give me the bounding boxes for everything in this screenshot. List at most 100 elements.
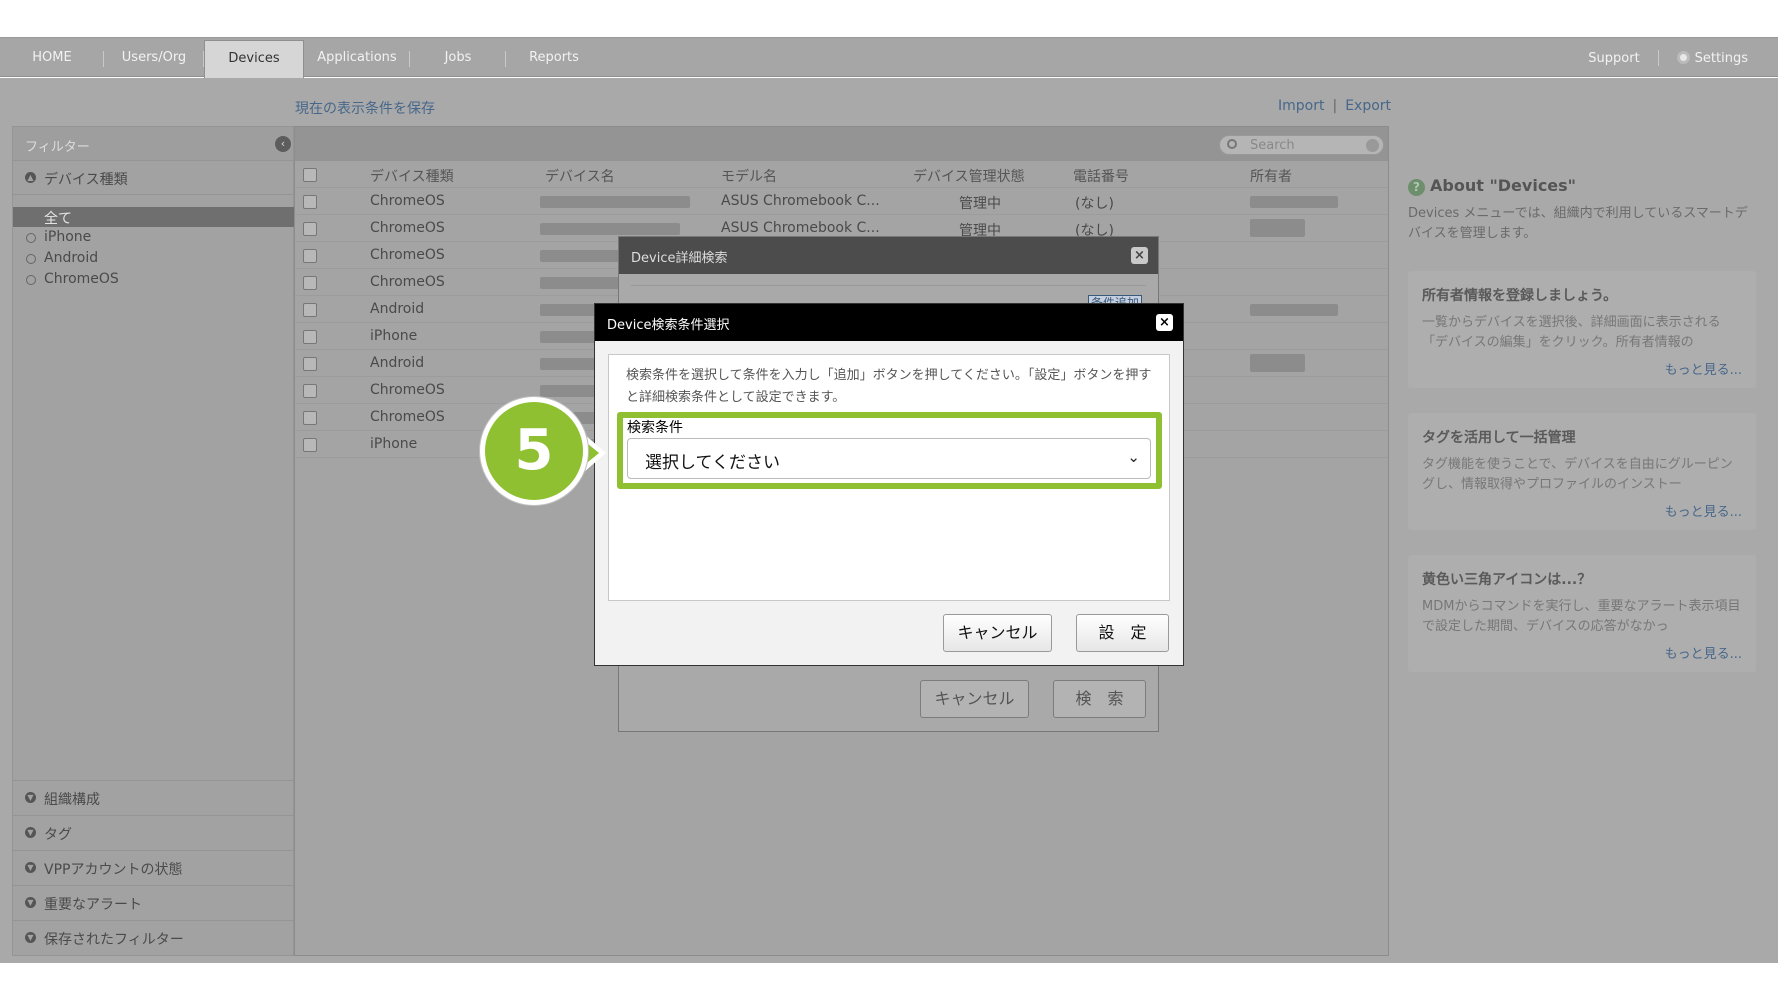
radio-icon (26, 254, 36, 264)
section-label: 組織構成 (44, 792, 100, 808)
step-callout: 5 (480, 397, 588, 505)
support-link[interactable]: Support (1588, 51, 1639, 66)
device-type-cell: ChromeOS (370, 409, 445, 425)
tab-home[interactable]: HOME (0, 38, 104, 78)
row-checkbox[interactable] (303, 438, 317, 452)
phone-cell: (なし) (1075, 196, 1114, 212)
gear-icon (1676, 50, 1690, 64)
tab-applications[interactable]: Applications (304, 38, 410, 78)
tab-reports[interactable]: Reports (506, 38, 602, 78)
section-label: デバイス種類 (44, 172, 128, 188)
tab-users-org[interactable]: Users/Org (104, 38, 204, 78)
table-row[interactable]: ChromeOS ASUS Chromebook C... 管理中 (なし) (295, 188, 1388, 215)
tab-jobs[interactable]: Jobs (410, 38, 506, 78)
card-body: 一覧からデバイスを選択後、詳細画面に表示される「デバイスの編集」をクリック。所有… (1422, 315, 1721, 350)
column-header[interactable]: 電話番号 (1073, 166, 1129, 186)
save-view-link[interactable]: 現在の表示条件を保存 (295, 98, 435, 118)
search-icon (1227, 139, 1237, 149)
expand-dot-icon: ▼ (25, 932, 36, 943)
search-button[interactable]: 検 索 (1053, 680, 1146, 718)
column-header[interactable]: デバイス種類 (370, 166, 454, 186)
card-heading: タグを活用して一括管理 (1422, 430, 1576, 446)
row-checkbox[interactable] (303, 357, 317, 371)
link-separator: | (1332, 98, 1338, 114)
tag-section[interactable]: ▼ タグ (13, 815, 293, 850)
row-checkbox[interactable] (303, 195, 317, 209)
condition-select[interactable]: 選択してください ⌄ (627, 438, 1151, 479)
sidebar-item-all[interactable]: 全て (13, 207, 295, 227)
section-label: VPPアカウントの状態 (44, 862, 183, 878)
device-type-cell: ChromeOS (370, 247, 445, 263)
blurred-owner (1250, 354, 1305, 372)
device-type-cell: ChromeOS (370, 274, 445, 290)
more-link[interactable]: もっと見る... (1665, 359, 1742, 378)
settings-link[interactable]: Settings (1676, 50, 1748, 66)
info-card: 黄色い三角アイコンは...？ MDMからコマンドを実行し、重要なアラート表示項目… (1408, 555, 1756, 672)
more-link[interactable]: もっと見る... (1665, 501, 1742, 520)
collapse-sidebar-icon[interactable]: ‹ (275, 136, 291, 152)
device-type-cell: ChromeOS (370, 382, 445, 398)
cancel-button[interactable]: キャンセル (943, 614, 1052, 652)
info-card: タグを活用して一括管理 タグ機能を使うことで、デバイスを自由にグルーピングし、情… (1408, 413, 1756, 530)
critical-alerts-section[interactable]: ▼ 重要なアラート (13, 885, 293, 920)
expand-dot-icon: ▼ (25, 827, 36, 838)
row-checkbox[interactable] (303, 249, 317, 263)
blurred-device-name (540, 223, 680, 235)
info-description: Devices メニューでは、組織内で利用しているスマートデバイスを管理します。 (1408, 206, 1748, 241)
saved-filters-section[interactable]: ▼ 保存されたフィルター (13, 920, 293, 955)
row-checkbox[interactable] (303, 276, 317, 290)
dialog-title-bar: Device検索条件選択 × (595, 304, 1183, 341)
column-header[interactable]: デバイス管理状態 (913, 166, 1025, 186)
top-nav: HOME Users/Org Devices Applications Jobs… (0, 37, 1778, 81)
model-cell: ASUS Chromebook C... (721, 220, 880, 236)
expand-dot-icon: ▼ (25, 792, 36, 803)
filter-sidebar: フィルター ‹ ▲ デバイス種類 全て iPhone Android Chrom… (12, 126, 295, 956)
org-structure-section[interactable]: ▼ 組織構成 (13, 780, 293, 815)
sidebar-item-label: iPhone (44, 229, 92, 245)
more-link[interactable]: もっと見る... (1665, 643, 1742, 662)
step-number: 5 (514, 418, 554, 483)
close-icon[interactable]: × (1131, 247, 1148, 264)
cancel-button[interactable]: キャンセル (920, 680, 1029, 718)
card-heading: 黄色い三角アイコンは...？ (1422, 572, 1592, 588)
import-link[interactable]: Import (1278, 98, 1324, 114)
status-cell: 管理中 (959, 196, 1001, 212)
blurred-owner (1250, 304, 1338, 316)
sidebar-item-iphone[interactable]: iPhone (13, 228, 295, 248)
nav-right: Support Settings (1588, 38, 1748, 78)
model-cell: ASUS Chromebook C... (721, 193, 880, 209)
row-checkbox[interactable] (303, 384, 317, 398)
vpp-status-section[interactable]: ▼ VPPアカウントの状態 (13, 850, 293, 885)
row-checkbox[interactable] (303, 330, 317, 344)
dialog-instructions: 検索条件を選択して条件を入力し「追加」ボタンを押してください。「設定」ボタンを押… (626, 368, 1152, 405)
sidebar-item-android[interactable]: Android (13, 249, 295, 269)
import-export-links: Import | Export (1278, 98, 1391, 114)
dialog-title-bar: Device詳細検索 × (619, 237, 1158, 274)
collapse-dot-icon: ▲ (25, 172, 36, 183)
settings-label: Settings (1694, 50, 1748, 66)
sidebar-item-label: Android (44, 250, 99, 266)
nav-tabs: HOME Users/Org Devices Applications Jobs… (0, 38, 602, 81)
tab-devices[interactable]: Devices (204, 39, 304, 81)
dialog-title: Device検索条件選択 (607, 318, 730, 333)
row-checkbox[interactable] (303, 303, 317, 317)
device-type-section[interactable]: ▲ デバイス種類 (13, 161, 293, 195)
select-all-checkbox[interactable] (303, 168, 317, 182)
export-link[interactable]: Export (1345, 98, 1391, 114)
row-checkbox[interactable] (303, 411, 317, 425)
dialog-title: Device詳細検索 (631, 251, 728, 266)
column-header[interactable]: モデル名 (721, 166, 777, 186)
card-body: MDMからコマンドを実行し、重要なアラート表示項目で設定した期間、デバイスの応答… (1422, 599, 1741, 634)
close-icon[interactable]: × (1156, 314, 1173, 331)
sidebar-item-chromeos[interactable]: ChromeOS (13, 270, 295, 290)
info-card: 所有者情報を登録しましょう。 一覧からデバイスを選択後、詳細画面に表示される「デ… (1408, 271, 1756, 388)
set-button[interactable]: 設 定 (1076, 614, 1169, 652)
sidebar-title: フィルター (25, 140, 90, 155)
clear-icon[interactable] (1366, 139, 1379, 152)
column-header[interactable]: 所有者 (1250, 166, 1292, 186)
column-header[interactable]: デバイス名 (545, 166, 615, 186)
search-input[interactable]: Search (1219, 135, 1384, 155)
row-checkbox[interactable] (303, 222, 317, 236)
device-type-cell: ChromeOS (370, 193, 445, 209)
search-placeholder: Search (1250, 138, 1295, 153)
